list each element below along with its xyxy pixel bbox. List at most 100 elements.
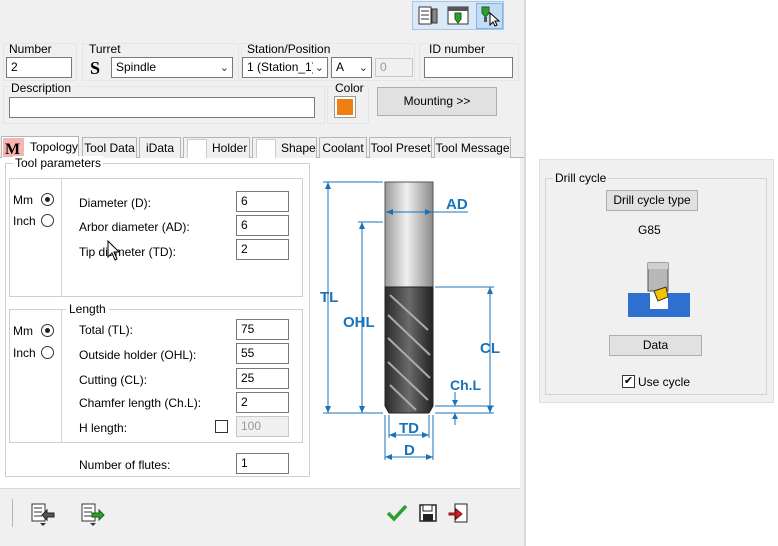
tool-list-icon[interactable] bbox=[416, 4, 440, 28]
description-label: Description bbox=[11, 81, 72, 95]
arbor-diameter-field[interactable]: 6 bbox=[236, 215, 289, 236]
drill-cycle-code: G85 bbox=[638, 223, 661, 237]
length-unit-mm-label: Mm bbox=[13, 324, 33, 338]
use-cycle-checkbox[interactable]: ✔ bbox=[622, 375, 635, 388]
unit-mm-radio[interactable] bbox=[41, 193, 54, 206]
id-label: ID number bbox=[429, 42, 486, 56]
tool-parameters-title: Tool parameters bbox=[13, 156, 104, 170]
id-field[interactable] bbox=[424, 57, 513, 78]
tab-shape[interactable]: Shape bbox=[252, 137, 317, 159]
mounting-button[interactable]: Mounting >> bbox=[377, 87, 497, 116]
mouse-cursor-icon bbox=[107, 239, 121, 262]
save-icon[interactable] bbox=[418, 503, 438, 523]
description-field[interactable] bbox=[9, 97, 315, 118]
number-label: Number bbox=[9, 42, 52, 56]
outside-holder-field[interactable]: 55 bbox=[236, 343, 289, 364]
unit-inch-label: Inch bbox=[13, 214, 36, 228]
tab-tool-preset[interactable]: Tool Preset bbox=[369, 137, 432, 158]
export-icon[interactable] bbox=[80, 502, 106, 526]
length-unit-inch-label: Inch bbox=[13, 346, 36, 360]
unit-inch-radio[interactable] bbox=[41, 214, 54, 227]
chamfer-length-label: Chamfer length (Ch.L): bbox=[79, 396, 202, 410]
tab-tool-message[interactable]: Tool Message bbox=[434, 137, 511, 158]
outside-holder-label: Outside holder (OHL): bbox=[79, 348, 197, 362]
tool-window-icon[interactable] bbox=[446, 4, 470, 28]
tab-coolant[interactable]: Coolant bbox=[319, 137, 367, 158]
color-fill bbox=[337, 99, 353, 115]
station-select[interactable]: 1 (Station_1) ⌄ bbox=[242, 57, 328, 78]
tab-label: Holder bbox=[212, 141, 248, 155]
dim-cl: CL bbox=[480, 340, 500, 357]
chevron-down-icon: ⌄ bbox=[358, 62, 368, 74]
unit-divider bbox=[61, 178, 62, 297]
bottom-separator bbox=[0, 488, 520, 489]
svg-text:S: S bbox=[90, 58, 100, 77]
dim-chl: Ch.L bbox=[450, 377, 482, 393]
toolbar-separator bbox=[12, 499, 13, 527]
tab-label: Topology bbox=[30, 140, 79, 154]
station-value: 1 (Station_1) bbox=[247, 60, 316, 74]
tab-label: Shape bbox=[281, 141, 316, 155]
tab-label: Tool Data bbox=[84, 141, 135, 155]
ok-check-icon[interactable] bbox=[386, 503, 408, 523]
color-swatch[interactable] bbox=[334, 96, 356, 118]
drill-cycle-icon bbox=[628, 261, 690, 317]
chamfer-length-field[interactable]: 2 bbox=[236, 392, 289, 413]
panel-divider bbox=[524, 0, 526, 546]
h-length-label: H length: bbox=[79, 421, 128, 435]
color-label: Color bbox=[335, 81, 364, 95]
shape-icon bbox=[256, 139, 276, 159]
length-unit-mm-radio[interactable] bbox=[41, 324, 54, 337]
length-title: Length bbox=[66, 302, 109, 316]
unit-mm-label: Mm bbox=[13, 193, 33, 207]
flutes-field[interactable]: 1 bbox=[236, 453, 289, 474]
tab-holder[interactable]: Holder bbox=[183, 137, 250, 159]
tip-diameter-field[interactable]: 2 bbox=[236, 239, 289, 260]
import-icon[interactable] bbox=[30, 502, 56, 526]
holder-icon bbox=[187, 139, 207, 159]
tip-diameter-label: Tip diameter (TD): bbox=[79, 245, 176, 259]
station-label: Station/Position bbox=[247, 42, 331, 56]
tab-label: Coolant bbox=[322, 141, 364, 155]
topology-icon: M bbox=[3, 138, 24, 158]
cutting-length-label: Cutting (CL): bbox=[79, 373, 148, 387]
unit-divider bbox=[61, 309, 62, 443]
cutting-length-field[interactable]: 25 bbox=[236, 368, 289, 389]
dim-ad: AD bbox=[446, 196, 468, 213]
check-mark-icon: ✔ bbox=[623, 375, 634, 387]
tab-label: iData bbox=[145, 141, 174, 155]
drill-cycle-data-button[interactable]: Data bbox=[609, 335, 702, 356]
tab-tool-data[interactable]: Tool Data bbox=[82, 137, 137, 158]
diameter-field[interactable]: 6 bbox=[236, 191, 289, 212]
chevron-down-icon: ⌄ bbox=[219, 62, 229, 74]
dim-d: D bbox=[404, 442, 415, 459]
turret-label: Turret bbox=[89, 42, 121, 56]
length-unit-inch-radio[interactable] bbox=[41, 346, 54, 359]
drill-cycle-type-button[interactable]: Drill cycle type bbox=[606, 190, 698, 211]
tab-idata[interactable]: iData bbox=[139, 137, 181, 158]
dim-ohl: OHL bbox=[343, 314, 375, 331]
dim-td: TD bbox=[399, 420, 419, 437]
tab-topology[interactable]: M Topology bbox=[1, 136, 79, 158]
drill-diagram: AD TL OHL CL Ch.L TD D bbox=[318, 170, 523, 465]
h-length-checkbox[interactable] bbox=[215, 420, 228, 433]
h-length-field[interactable]: 100 bbox=[236, 416, 289, 437]
drill-cycle-title: Drill cycle bbox=[553, 171, 609, 185]
diameter-label: Diameter (D): bbox=[79, 196, 152, 210]
turret-value: Spindle bbox=[116, 60, 157, 74]
tool-select-icon[interactable] bbox=[476, 3, 503, 29]
turret-select[interactable]: Spindle ⌄ bbox=[111, 57, 233, 78]
position-value: A bbox=[336, 60, 345, 74]
number-field[interactable]: 2 bbox=[6, 57, 72, 78]
position-select[interactable]: A ⌄ bbox=[331, 57, 372, 78]
dim-tl: TL bbox=[320, 289, 338, 306]
tab-label: Tool Preset bbox=[370, 141, 431, 155]
total-length-field[interactable]: 75 bbox=[236, 319, 289, 340]
position-extra-field[interactable]: 0 bbox=[375, 58, 413, 77]
exit-icon[interactable] bbox=[448, 502, 470, 524]
flutes-label: Number of flutes: bbox=[79, 458, 171, 472]
chevron-down-icon: ⌄ bbox=[312, 59, 324, 77]
total-length-label: Total (TL): bbox=[79, 323, 134, 337]
arbor-diameter-label: Arbor diameter (AD): bbox=[79, 220, 190, 234]
spindle-icon: S bbox=[87, 57, 107, 78]
